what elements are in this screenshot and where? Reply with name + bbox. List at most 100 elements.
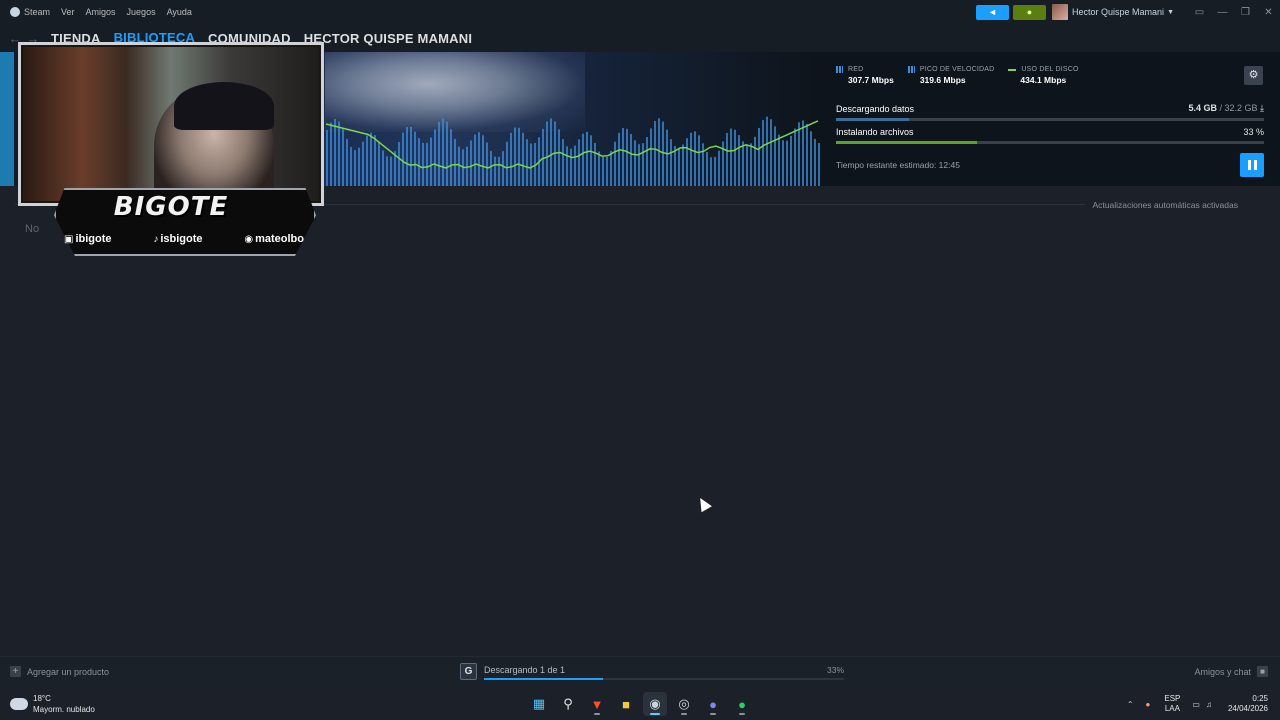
network-speed-bar — [754, 136, 756, 186]
keyboard-layout: LAA — [1164, 704, 1180, 713]
network-speed-bar — [786, 140, 788, 186]
network-speed-bar — [398, 141, 400, 186]
network-speed-bar — [650, 128, 652, 186]
install-progress-track — [836, 141, 1264, 144]
download-settings-button[interactable]: ⚙ — [1244, 66, 1263, 85]
notifications-button[interactable]: ● — [1013, 4, 1047, 20]
network-speed-bar — [550, 118, 552, 186]
network-speed-bar — [370, 132, 372, 186]
network-speed-bar — [718, 150, 720, 186]
running-indicator — [739, 713, 745, 715]
weather-widget[interactable]: 18°C Mayorm. nublado — [10, 693, 95, 715]
tray-overflow-icon[interactable]: ⌃ — [1127, 700, 1134, 709]
big-picture-icon[interactable]: ▭ — [1188, 7, 1211, 18]
steam-logo-icon — [10, 7, 20, 17]
network-speed-bar — [698, 135, 700, 186]
download-size: 5.4 GB / 32.2 GB ⤓ — [1188, 103, 1264, 114]
network-speed-bar — [758, 127, 760, 186]
steam-taskbar-icon[interactable]: ◉ — [643, 692, 667, 716]
brave-browser-icon[interactable]: ▼ — [585, 692, 609, 716]
network-speed-bar — [678, 147, 680, 186]
minimize-icon[interactable]: — — [1211, 7, 1234, 18]
eta-text: Tiempo restante estimado: 12:45 — [836, 160, 960, 170]
file-explorer-icon[interactable]: ■ — [614, 692, 638, 716]
network-icon[interactable]: ▭ — [1192, 700, 1200, 709]
network-speed-bar — [410, 126, 412, 186]
obs-icon[interactable]: ◎ — [672, 692, 696, 716]
network-speed-bar — [494, 156, 496, 186]
menu-amigos[interactable]: Amigos — [86, 7, 116, 17]
network-speed-bar — [810, 131, 812, 186]
spotify-icon[interactable]: ● — [730, 692, 754, 716]
friends-chat-button[interactable]: Amigos y chat ■ — [1194, 666, 1268, 677]
clock-time: 0:25 — [1252, 694, 1268, 703]
download-status-label: Descargando 1 de 1 — [484, 665, 566, 675]
streamer-cap — [174, 82, 274, 130]
install-percent: 33 % — [1243, 127, 1264, 137]
network-speed-bar — [706, 151, 708, 186]
stat-peak-value: 319.6 Mbps — [919, 75, 966, 85]
network-speed-bar — [486, 142, 488, 186]
network-speed-bar — [402, 132, 404, 186]
network-speed-bar — [514, 127, 516, 186]
volume-icon[interactable]: ♫ — [1206, 700, 1212, 709]
stat-network: RED 307.7 Mbps — [836, 66, 894, 85]
close-icon[interactable]: ✕ — [1257, 7, 1280, 18]
network-speed-bar — [382, 150, 384, 186]
network-speed-bar — [666, 129, 668, 186]
social-handle-3: mateolbo — [255, 233, 304, 245]
taskbar-apps: ▦ ⚲ ▼ ■ ◉ ◎ ● ● — [527, 692, 759, 716]
pause-button[interactable] — [1240, 153, 1264, 177]
pause-icon-bar — [1253, 160, 1257, 170]
nav-profile[interactable]: HECTOR QUISPE MAMANI — [304, 31, 472, 46]
network-speed-bar — [386, 156, 388, 186]
network-speed-bar — [646, 137, 648, 186]
avatar — [1052, 4, 1069, 20]
network-speed-bar — [782, 140, 784, 186]
user-menu-button[interactable]: Hector Quispe Mamani ▼ — [1052, 4, 1174, 20]
game-icon: G — [460, 663, 477, 680]
network-speed-bar — [502, 151, 504, 186]
network-speed-bar — [586, 131, 588, 186]
install-progress-row: Instalando archivos 33 % — [836, 127, 1264, 144]
stat-peak: PICO DE VELOCIDAD 319.6 Mbps — [907, 66, 995, 85]
clock[interactable]: 0:25 24/04/2026 — [1228, 694, 1268, 714]
network-speed-bar — [626, 128, 628, 186]
menu-ayuda[interactable]: Ayuda — [167, 7, 192, 17]
stat-disk-label: USO DEL DISCO — [1021, 66, 1079, 73]
network-speed-bar — [690, 132, 692, 186]
network-speed-bar — [802, 120, 804, 186]
announcements-button[interactable]: ◄ — [976, 4, 1010, 20]
network-speed-bar — [354, 150, 356, 186]
menu-ver[interactable]: Ver — [61, 7, 75, 17]
running-indicator — [650, 713, 660, 715]
windows-start-icon[interactable]: ▦ — [527, 692, 551, 716]
add-product-button[interactable]: + Agregar un producto — [10, 666, 109, 677]
menu-steam[interactable]: Steam — [24, 7, 50, 17]
stat-network-value: 307.7 Mbps — [848, 75, 894, 85]
discord-icon[interactable]: ● — [701, 692, 725, 716]
megaphone-icon: ◄ — [988, 7, 997, 17]
network-speed-bar — [546, 121, 548, 186]
microphone-icon[interactable]: ● — [1146, 700, 1151, 709]
maximize-icon[interactable]: ❐ — [1234, 7, 1257, 18]
chevron-down-icon: ▼ — [1167, 8, 1174, 16]
search-icon[interactable]: ⚲ — [556, 692, 580, 716]
network-speed-bar — [778, 134, 780, 186]
network-speed-bar — [422, 142, 424, 186]
social-tiktok: ♪ isbigote — [153, 233, 202, 245]
network-speed-bar — [818, 142, 820, 186]
bottom-download-status[interactable]: G Descargando 1 de 1 33% — [460, 663, 850, 681]
network-speed-bar — [518, 127, 520, 186]
network-speed-bar — [530, 143, 532, 186]
network-speed-bar — [490, 150, 492, 186]
language-indicator[interactable]: ESP LAA — [1164, 694, 1180, 714]
network-speed-bar — [378, 142, 380, 186]
tiktok-icon: ♪ — [153, 234, 159, 245]
menu-juegos[interactable]: Juegos — [127, 7, 156, 17]
network-speed-bar — [562, 139, 564, 186]
bell-icon: ● — [1026, 7, 1033, 17]
bottom-progress-fill — [484, 678, 603, 680]
network-speed-bar — [598, 151, 600, 186]
network-speed-bar — [498, 156, 500, 186]
